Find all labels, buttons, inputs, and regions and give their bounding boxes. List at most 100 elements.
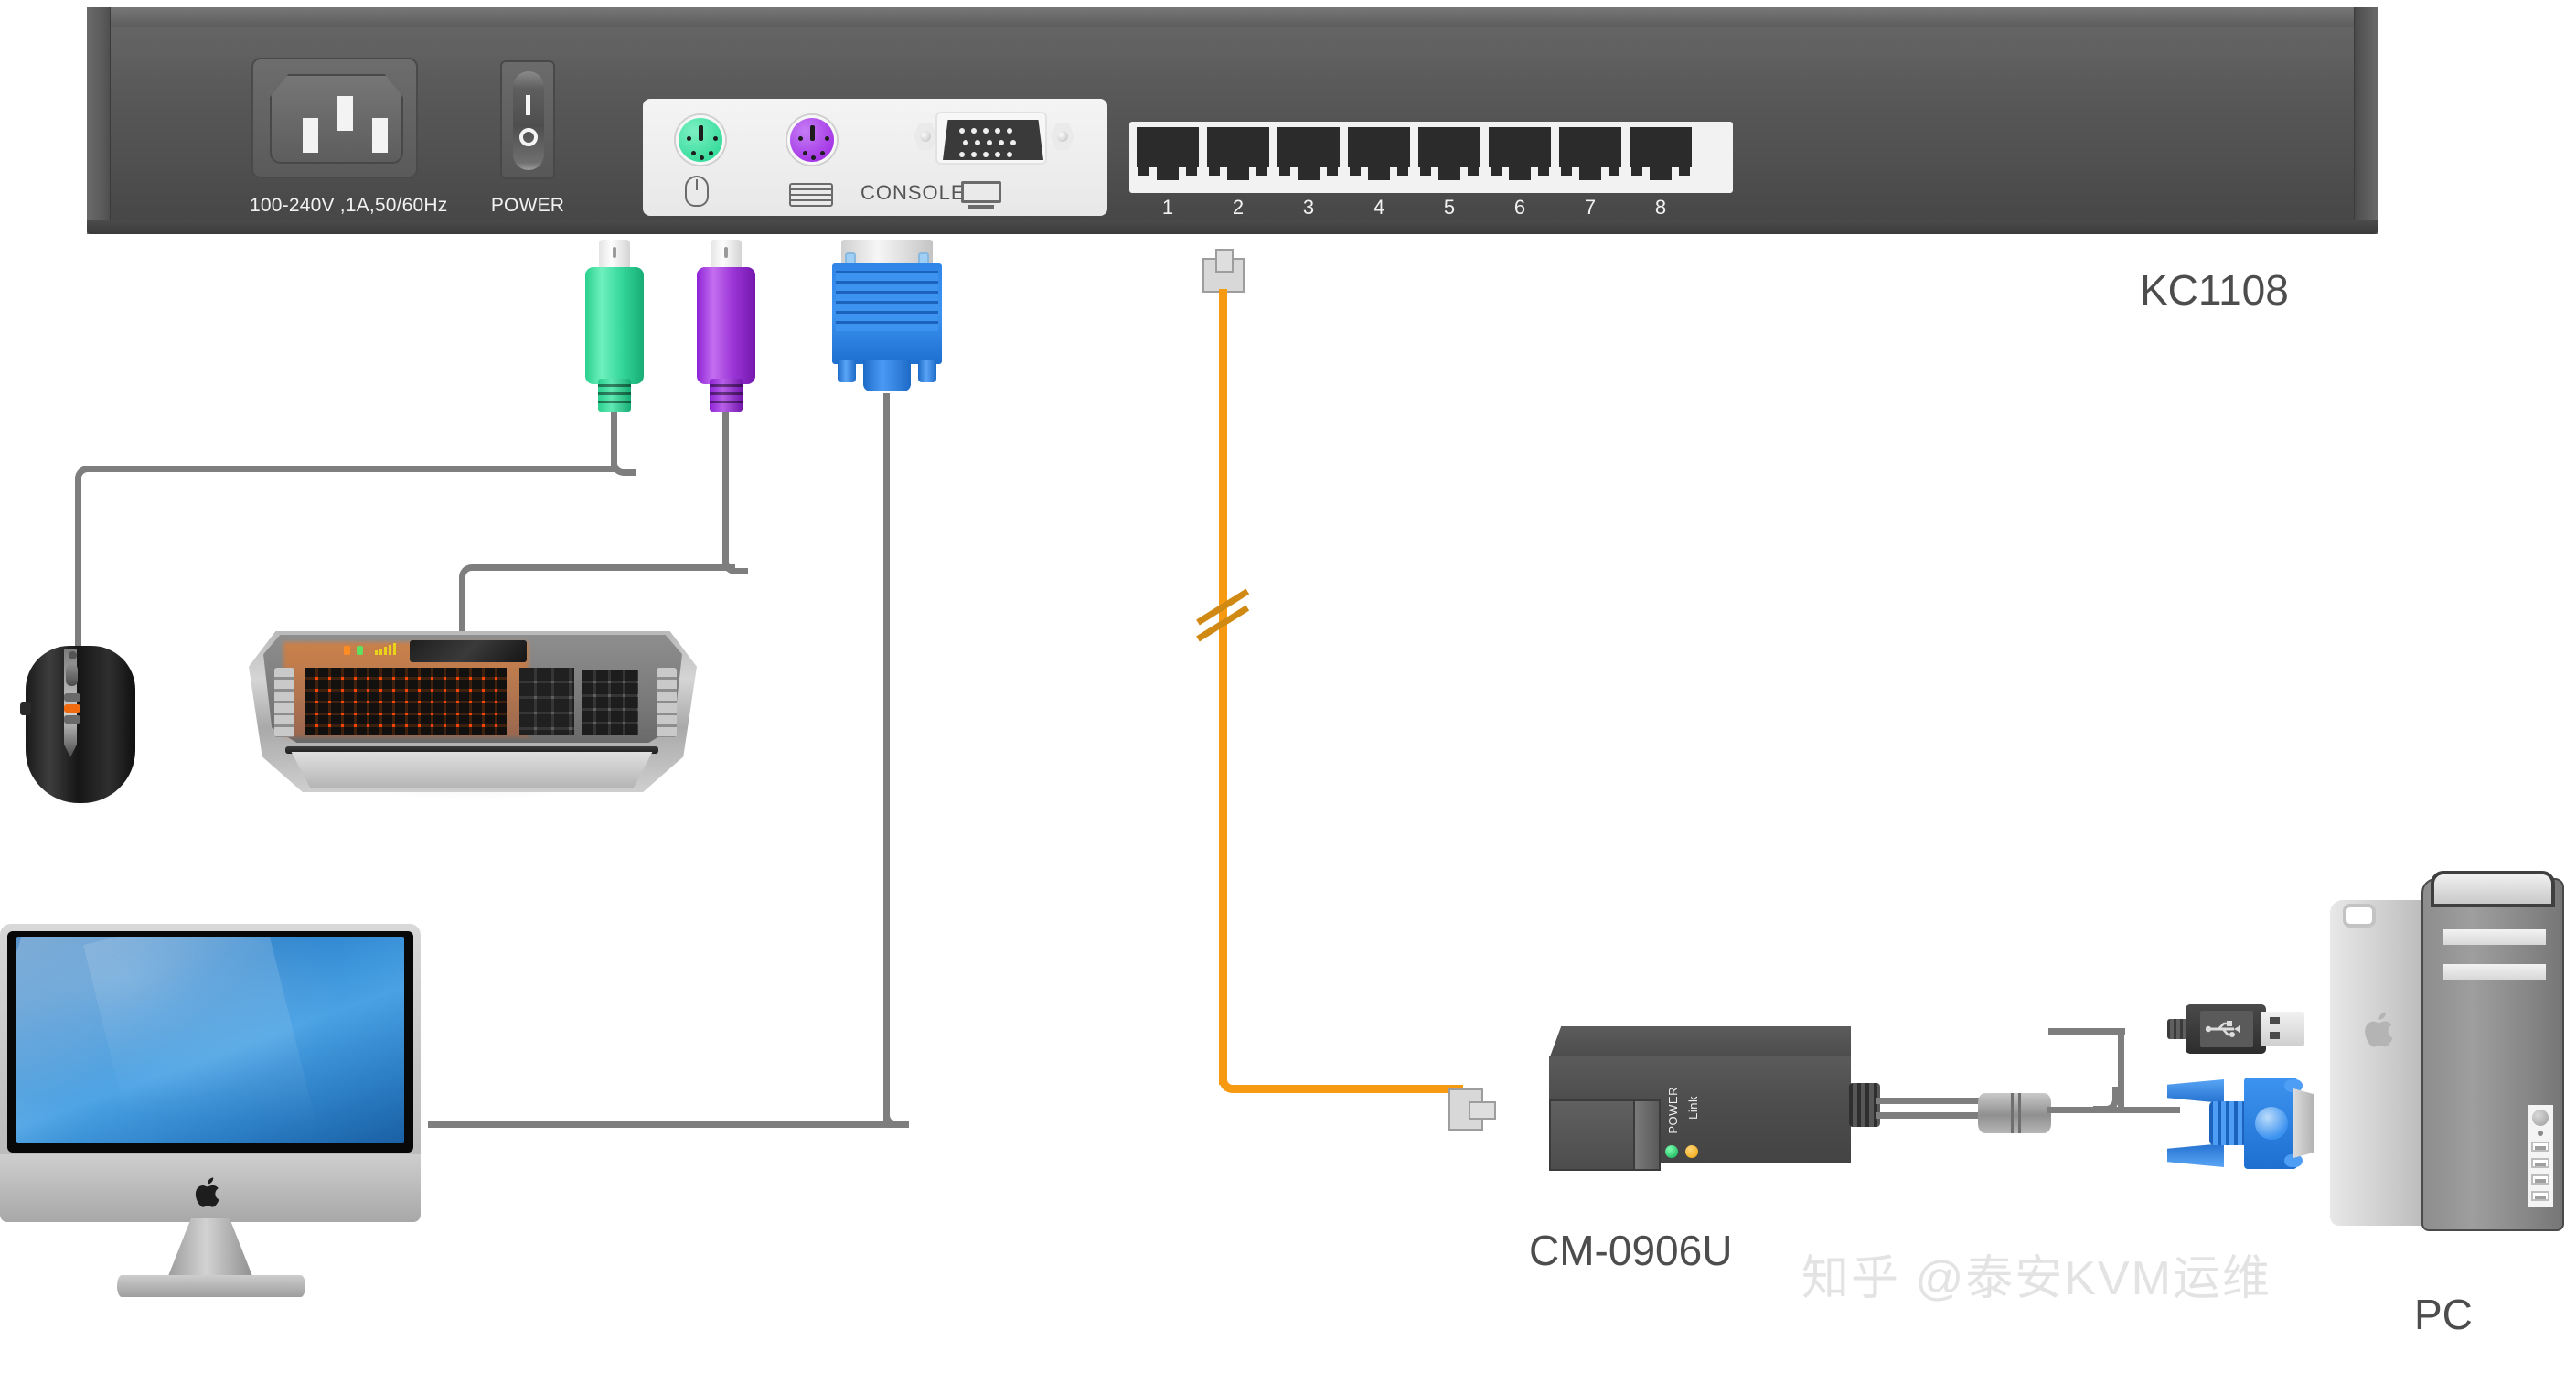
ps2-pin xyxy=(798,136,803,141)
ps2-pin xyxy=(700,155,704,160)
cm0906u-adapter[interactable]: POWER Link xyxy=(1529,1015,1895,1198)
power-inlet-socket[interactable] xyxy=(251,58,418,178)
mouse-scroll-wheel[interactable] xyxy=(66,664,78,686)
mouse-dpi-indicator xyxy=(64,704,80,713)
vga-wing xyxy=(2167,1143,2224,1167)
rj45-plug-clip xyxy=(1469,1101,1496,1120)
vga-console-plug[interactable] xyxy=(832,240,942,413)
mouse-dpi-button[interactable] xyxy=(64,693,80,702)
keyboard-status-led xyxy=(357,646,363,655)
plug-grip xyxy=(598,379,631,412)
adapter-strain-relief xyxy=(1849,1083,1880,1127)
plug-barrel xyxy=(697,267,755,384)
keyboard-icon xyxy=(789,183,833,207)
vga-thumbscrew-right xyxy=(1051,123,1074,150)
ps2-pin xyxy=(803,151,807,155)
pc-optical-bay xyxy=(2443,929,2546,945)
pc-front-port[interactable] xyxy=(2531,1191,2549,1201)
rj45-port-numbers: 1 2 3 4 5 6 7 8 xyxy=(1129,196,1733,220)
pc-optical-bay xyxy=(2443,964,2546,980)
keyboard-palm-rest xyxy=(291,752,653,788)
kvm-switch-chassis: 100-240V ,1A,50/60Hz POWER CONSOLE 1 2 3… xyxy=(87,7,2378,234)
keyboard-main-keys[interactable] xyxy=(305,668,507,735)
vga-pin-row xyxy=(963,140,1016,145)
monitor-screen xyxy=(16,937,404,1143)
pc-side-panel xyxy=(2330,900,2431,1226)
power-rocker-switch[interactable] xyxy=(500,60,555,179)
iec-connector-shape xyxy=(270,74,403,164)
pc-tower[interactable] xyxy=(2330,869,2570,1253)
rj45-port[interactable] xyxy=(1348,127,1410,184)
iec-pin-right xyxy=(372,118,388,153)
rj45-port[interactable] xyxy=(1137,127,1199,184)
ps2-mouse-port[interactable] xyxy=(676,115,725,165)
pc-top-handle xyxy=(2431,871,2555,907)
pc-label: PC xyxy=(2414,1291,2473,1338)
rj45-plug-adapter-end[interactable] xyxy=(1448,1088,1496,1131)
rj45-port[interactable] xyxy=(1489,127,1551,184)
adapter-power-led-label: POWER xyxy=(1666,1087,1680,1134)
rj45-port[interactable] xyxy=(1630,127,1692,184)
ps2-key-slot xyxy=(809,125,815,141)
keyboard-nav-keys[interactable] xyxy=(519,668,574,735)
rj45-port-number: 5 xyxy=(1443,196,1456,219)
vga-pc-connector[interactable] xyxy=(2167,1076,2314,1171)
keyboard-level-bars xyxy=(375,642,396,655)
keyboard-numpad[interactable] xyxy=(582,670,638,735)
usb-a-connector[interactable] xyxy=(2167,1004,2304,1054)
ps2-pin xyxy=(811,155,816,160)
plug-grip xyxy=(710,379,743,412)
adapter-side-plate-highlight xyxy=(1633,1099,1661,1171)
adapter-model-label: CM-0906U xyxy=(1529,1227,1733,1274)
keyboard-macro-keys-right[interactable] xyxy=(657,668,677,737)
mouse-top-button xyxy=(69,651,77,659)
ps2-mouse-plug[interactable] xyxy=(585,240,644,413)
mouse-side-button[interactable] xyxy=(20,702,31,715)
ps2-keyboard-port[interactable] xyxy=(787,115,837,165)
ferrite-core xyxy=(1978,1093,2051,1133)
ps2-keyboard-plug[interactable] xyxy=(697,240,755,413)
keyboard-cable-segment xyxy=(472,564,735,571)
gaming-mouse[interactable] xyxy=(16,640,144,810)
usb-metal-shell xyxy=(2261,1012,2304,1046)
monitor-cable-segment xyxy=(428,1121,896,1128)
pc-power-button[interactable] xyxy=(2532,1110,2549,1126)
power-rating-label: 100-240V ,1A,50/60Hz xyxy=(250,195,448,216)
rj45-port-bank xyxy=(1129,122,1733,193)
pc-front-port[interactable] xyxy=(2531,1158,2549,1168)
rj45-port-number: 8 xyxy=(1654,196,1667,219)
vga-console-port[interactable] xyxy=(935,112,1047,165)
keyboard-display-strip xyxy=(410,640,527,662)
mouse-cable-segment xyxy=(75,485,81,651)
cat5-cable-segment xyxy=(1219,289,1227,1085)
usb-cable-corner xyxy=(2093,1087,2119,1112)
pc-front-port[interactable] xyxy=(2531,1174,2549,1185)
rj45-port[interactable] xyxy=(1277,127,1340,184)
gaming-keyboard[interactable] xyxy=(249,622,697,805)
vga-cable-boot xyxy=(2209,1101,2248,1145)
ps2-pin xyxy=(709,151,713,155)
rj45-plug-clip xyxy=(1215,249,1234,273)
plug-boot xyxy=(863,360,911,391)
iec-pin-left xyxy=(303,118,318,153)
keyboard-macro-keys-left[interactable] xyxy=(274,668,294,737)
rj45-port[interactable] xyxy=(1559,127,1621,184)
rj45-port[interactable] xyxy=(1207,127,1269,184)
chassis-bevel-left xyxy=(87,7,111,234)
rj45-port[interactable] xyxy=(1418,127,1480,184)
vga-pin-row xyxy=(959,152,1012,157)
plug-tip xyxy=(599,240,630,271)
mouse-icon xyxy=(685,176,709,207)
monitor-stand-neck xyxy=(166,1218,254,1281)
plug-tip xyxy=(711,240,742,271)
pc-front-port[interactable] xyxy=(2531,1142,2549,1152)
lcd-monitor[interactable] xyxy=(0,924,430,1308)
mouse-dpi-button[interactable] xyxy=(64,715,80,724)
pc-front-io-panel[interactable] xyxy=(2528,1105,2553,1207)
ps2-pin xyxy=(820,151,825,155)
rj45-plug-switch-end[interactable] xyxy=(1202,249,1245,293)
usb-cable-segment xyxy=(2048,1028,2125,1035)
pc-status-led xyxy=(2538,1131,2543,1136)
watermark-text: 知乎 @泰安KVM运维 xyxy=(1801,1252,2271,1305)
rj45-port-number: 4 xyxy=(1373,196,1385,219)
